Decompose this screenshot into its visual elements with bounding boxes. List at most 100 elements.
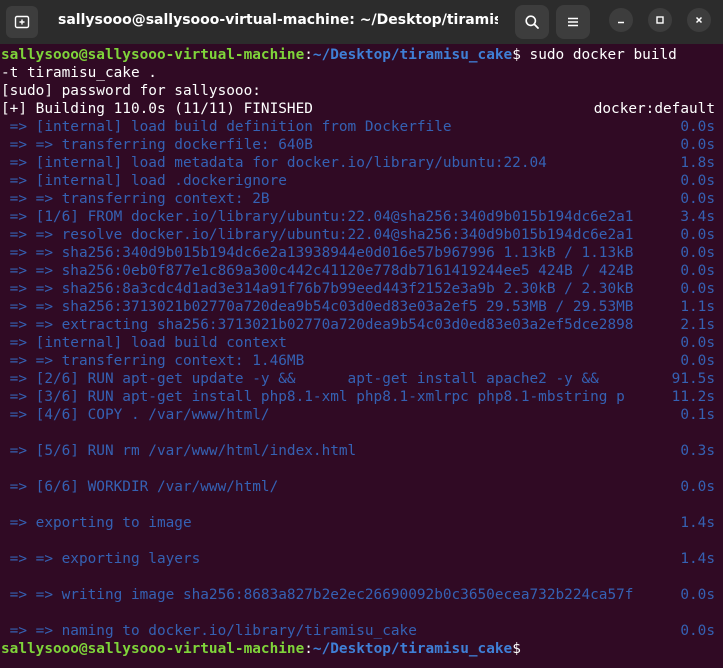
- build-step: => [2/6] RUN apt-get update -y && apt-ge…: [1, 370, 715, 388]
- prompt-userhost: sallysooo@sallysooo-virtual-machine: [1, 641, 305, 657]
- step-text: => exporting to image: [1, 515, 192, 531]
- hamburger-menu-icon: [568, 17, 578, 27]
- builder-name: docker:default: [593, 101, 715, 117]
- step-text: => [6/6] WORKDIR /var/www/html/: [1, 479, 279, 495]
- build-step: => => transferring context: 2B 0.0s: [1, 190, 715, 208]
- step-text: => [internal] load metadata for docker.i…: [1, 155, 547, 171]
- prompt-path: ~/Desktop/tiramisu_cake: [312, 47, 513, 63]
- build-step: => [internal] load build definition from…: [1, 118, 715, 136]
- build-step: => => transferring context: 1.46MB 0.0s: [1, 352, 715, 370]
- build-step: => => exporting layers 1.4s: [1, 550, 715, 568]
- step-text: => [3/6] RUN apt-get install php8.1-xml …: [1, 389, 625, 405]
- step-text: => => transferring context: 1.46MB: [1, 353, 305, 369]
- search-button[interactable]: [515, 5, 549, 39]
- step-text: => => sha256:8a3cdc4d1ad3e314a91f76b7b99…: [1, 281, 634, 297]
- terminal-output[interactable]: sallysooo@sallysooo-virtual-machine:~/De…: [0, 46, 723, 668]
- step-time: 0.0s: [680, 119, 715, 135]
- step-time: 0.3s: [680, 443, 715, 459]
- prompt-userhost: sallysooo@sallysooo-virtual-machine: [1, 47, 305, 63]
- command-continuation: -t tiramisu_cake .: [1, 65, 157, 81]
- build-status-line: [+] Building 110.0s (11/11) FINISHED dock…: [1, 100, 715, 118]
- maximize-icon: [656, 16, 664, 24]
- build-step: => [3/6] RUN apt-get install php8.1-xml …: [1, 388, 715, 406]
- window-titlebar: sallysooo@sallysooo-virtual-machine: ~/D…: [0, 0, 723, 44]
- sudo-password-prompt: [sudo] password for sallysooo:: [1, 83, 261, 99]
- prompt-path: ~/Desktop/tiramisu_cake: [312, 641, 513, 657]
- step-time: 0.0s: [680, 479, 715, 495]
- command-line: sallysooo@sallysooo-virtual-machine:~/De…: [1, 46, 715, 64]
- step-time: 1.1s: [680, 299, 715, 315]
- build-step: => => writing image sha256:8683a827b2e2e…: [1, 586, 715, 604]
- step-text: => => sha256:0eb0f877e1c869a300c442c4112…: [1, 263, 634, 279]
- build-step: => [internal] load metadata for docker.i…: [1, 154, 715, 172]
- step-time: 0.0s: [680, 263, 715, 279]
- step-text: => => extracting sha256:3713021b02770a72…: [1, 317, 634, 333]
- step-text: => [internal] load build definition from…: [1, 119, 452, 135]
- step-text: => [internal] load build context: [1, 335, 287, 351]
- prompt-symbol: $: [512, 641, 521, 657]
- build-step: => => extracting sha256:3713021b02770a72…: [1, 316, 715, 334]
- new-tab-button[interactable]: [6, 6, 38, 38]
- step-text: => => transferring context: 2B: [1, 191, 270, 207]
- step-text: => => writing image sha256:8683a827b2e2e…: [1, 587, 634, 603]
- build-step: => [6/6] WORKDIR /var/www/html/0.0s: [1, 478, 715, 496]
- step-time: 11.2s: [671, 389, 715, 405]
- build-step: => exporting to image 1.4s: [1, 514, 715, 532]
- step-time: 0.0s: [680, 623, 715, 639]
- minimize-button[interactable]: [609, 8, 633, 32]
- step-time: 0.0s: [680, 353, 715, 369]
- step-text: => => naming to docker.io/library/tirami…: [1, 623, 417, 639]
- build-step: => => transferring dockerfile: 640B 0.0s: [1, 136, 715, 154]
- step-text: => => sha256:340d9b015b194dc6e2a13938944…: [1, 245, 634, 261]
- build-step: => => sha256:3713021b02770a720dea9b54c03…: [1, 298, 715, 316]
- command-text: sudo docker build: [520, 47, 677, 63]
- step-time: 0.0s: [680, 137, 715, 153]
- step-text: => [2/6] RUN apt-get update -y && apt-ge…: [1, 371, 599, 387]
- build-step: => => sha256:0eb0f877e1c869a300c442c4112…: [1, 262, 715, 280]
- step-text: => => resolve docker.io/library/ubuntu:2…: [1, 227, 634, 243]
- new-tab-icon: [14, 15, 30, 29]
- build-step: => [internal] load .dockerignore 0.0s: [1, 172, 715, 190]
- close-button[interactable]: [687, 8, 711, 32]
- step-text: => => exporting layers: [1, 551, 201, 567]
- prompt-separator: :: [304, 47, 313, 63]
- build-step: => => sha256:8a3cdc4d1ad3e314a91f76b7b99…: [1, 280, 715, 298]
- step-text: => [5/6] RUN rm /var/www/html/index.html: [1, 443, 357, 459]
- window-title: sallysooo@sallysooo-virtual-machine: ~/D…: [58, 12, 498, 28]
- final-prompt-line: sallysooo@sallysooo-virtual-machine:~/De…: [1, 640, 715, 658]
- build-step: => [internal] load build context 0.0s: [1, 334, 715, 352]
- step-time: 1.8s: [680, 155, 715, 171]
- build-step: => => naming to docker.io/library/tirami…: [1, 622, 715, 640]
- step-time: 1.4s: [680, 551, 715, 567]
- step-time: 1.4s: [680, 515, 715, 531]
- prompt-separator: :: [304, 641, 313, 657]
- step-time: 0.0s: [680, 281, 715, 297]
- step-time: 0.0s: [680, 587, 715, 603]
- menu-button[interactable]: [556, 5, 590, 39]
- step-time: 0.1s: [680, 407, 715, 423]
- build-step: => [5/6] RUN rm /var/www/html/index.html…: [1, 442, 715, 460]
- step-time: 2.1s: [680, 317, 715, 333]
- minimize-icon: [618, 21, 624, 24]
- step-text: => [internal] load .dockerignore: [1, 173, 287, 189]
- build-step: => => resolve docker.io/library/ubuntu:2…: [1, 226, 715, 244]
- search-icon: [525, 15, 539, 29]
- step-time: 0.0s: [680, 173, 715, 189]
- step-time: 91.5s: [671, 371, 715, 387]
- step-text: => [4/6] COPY . /var/www/html/: [1, 407, 270, 423]
- close-icon: [695, 16, 703, 24]
- step-time: 0.0s: [680, 227, 715, 243]
- step-text: => [1/6] FROM docker.io/library/ubuntu:2…: [1, 209, 634, 225]
- step-text: => => transferring dockerfile: 640B: [1, 137, 313, 153]
- build-step: => [4/6] COPY . /var/www/html/0.1s: [1, 406, 715, 424]
- build-status: [+] Building 110.0s (11/11) FINISHED: [1, 101, 313, 117]
- step-time: 3.4s: [680, 209, 715, 225]
- step-time: 0.0s: [680, 245, 715, 261]
- maximize-button[interactable]: [648, 8, 672, 32]
- step-time: 0.0s: [680, 191, 715, 207]
- step-text: => => sha256:3713021b02770a720dea9b54c03…: [1, 299, 634, 315]
- prompt-symbol: $: [512, 47, 521, 63]
- build-step: => [1/6] FROM docker.io/library/ubuntu:2…: [1, 208, 715, 226]
- step-time: 0.0s: [680, 335, 715, 351]
- build-step: => => sha256:340d9b015b194dc6e2a13938944…: [1, 244, 715, 262]
